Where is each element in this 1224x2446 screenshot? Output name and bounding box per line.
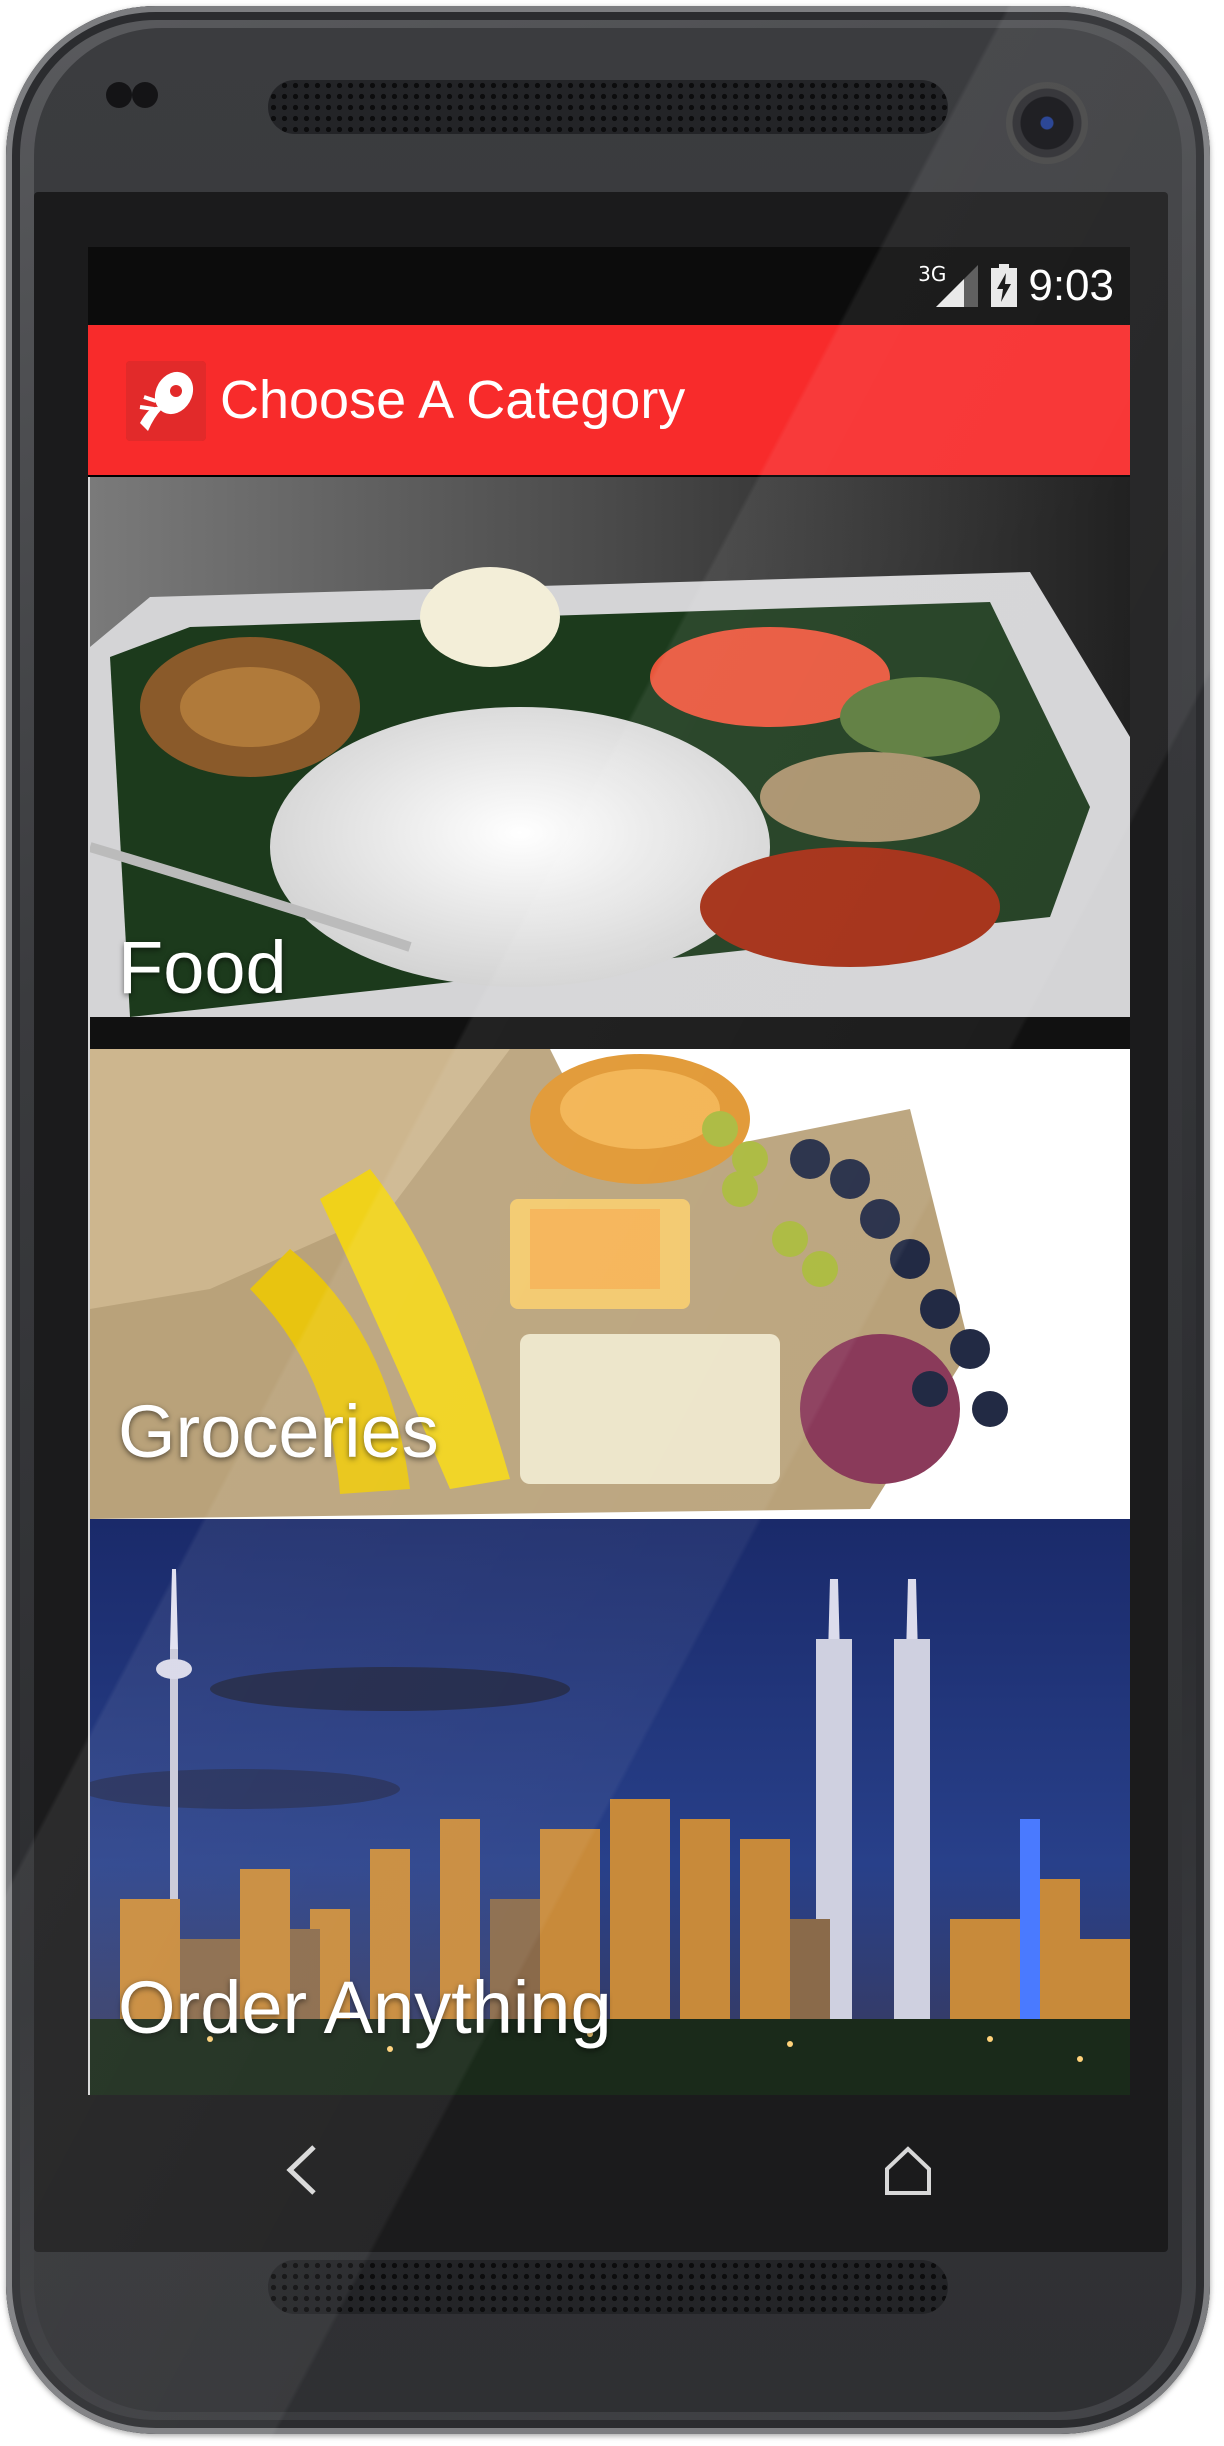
top-speaker-grille — [268, 80, 948, 134]
status-icons: 3G 9:03 — [918, 257, 1114, 315]
bottom-speaker-grille — [268, 2260, 948, 2314]
category-label-order-anything: Order Anything — [118, 1966, 612, 2049]
back-chevron-icon[interactable] — [268, 2135, 338, 2205]
category-card-food[interactable]: Food — [88, 477, 1130, 1049]
home-icon[interactable] — [873, 2135, 943, 2205]
category-label-groceries: Groceries — [118, 1390, 439, 1473]
front-camera — [1006, 82, 1088, 164]
proximity-sensor — [106, 82, 132, 108]
category-label-food: Food — [118, 926, 287, 1009]
navigation-bar — [88, 2095, 1130, 2245]
page-title: Choose A Category — [220, 370, 686, 430]
category-card-groceries[interactable]: Groceries — [88, 1049, 1130, 1519]
network-type: 3G — [918, 262, 947, 286]
app-bar: Choose A Category — [88, 325, 1130, 475]
category-card-order-anything[interactable]: Order Anything — [88, 1519, 1130, 2095]
status-clock: 9:03 — [1028, 261, 1114, 310]
app-logo-icon — [126, 361, 206, 441]
category-list: Food Groceries Order Anything — [88, 477, 1130, 2095]
battery-charging-icon — [991, 264, 1018, 307]
status-bar: 3G 9:03 — [88, 247, 1130, 325]
screen: 3G 9:03 Choose A Category Food Groceries… — [88, 247, 1130, 2095]
light-sensor — [132, 82, 158, 108]
